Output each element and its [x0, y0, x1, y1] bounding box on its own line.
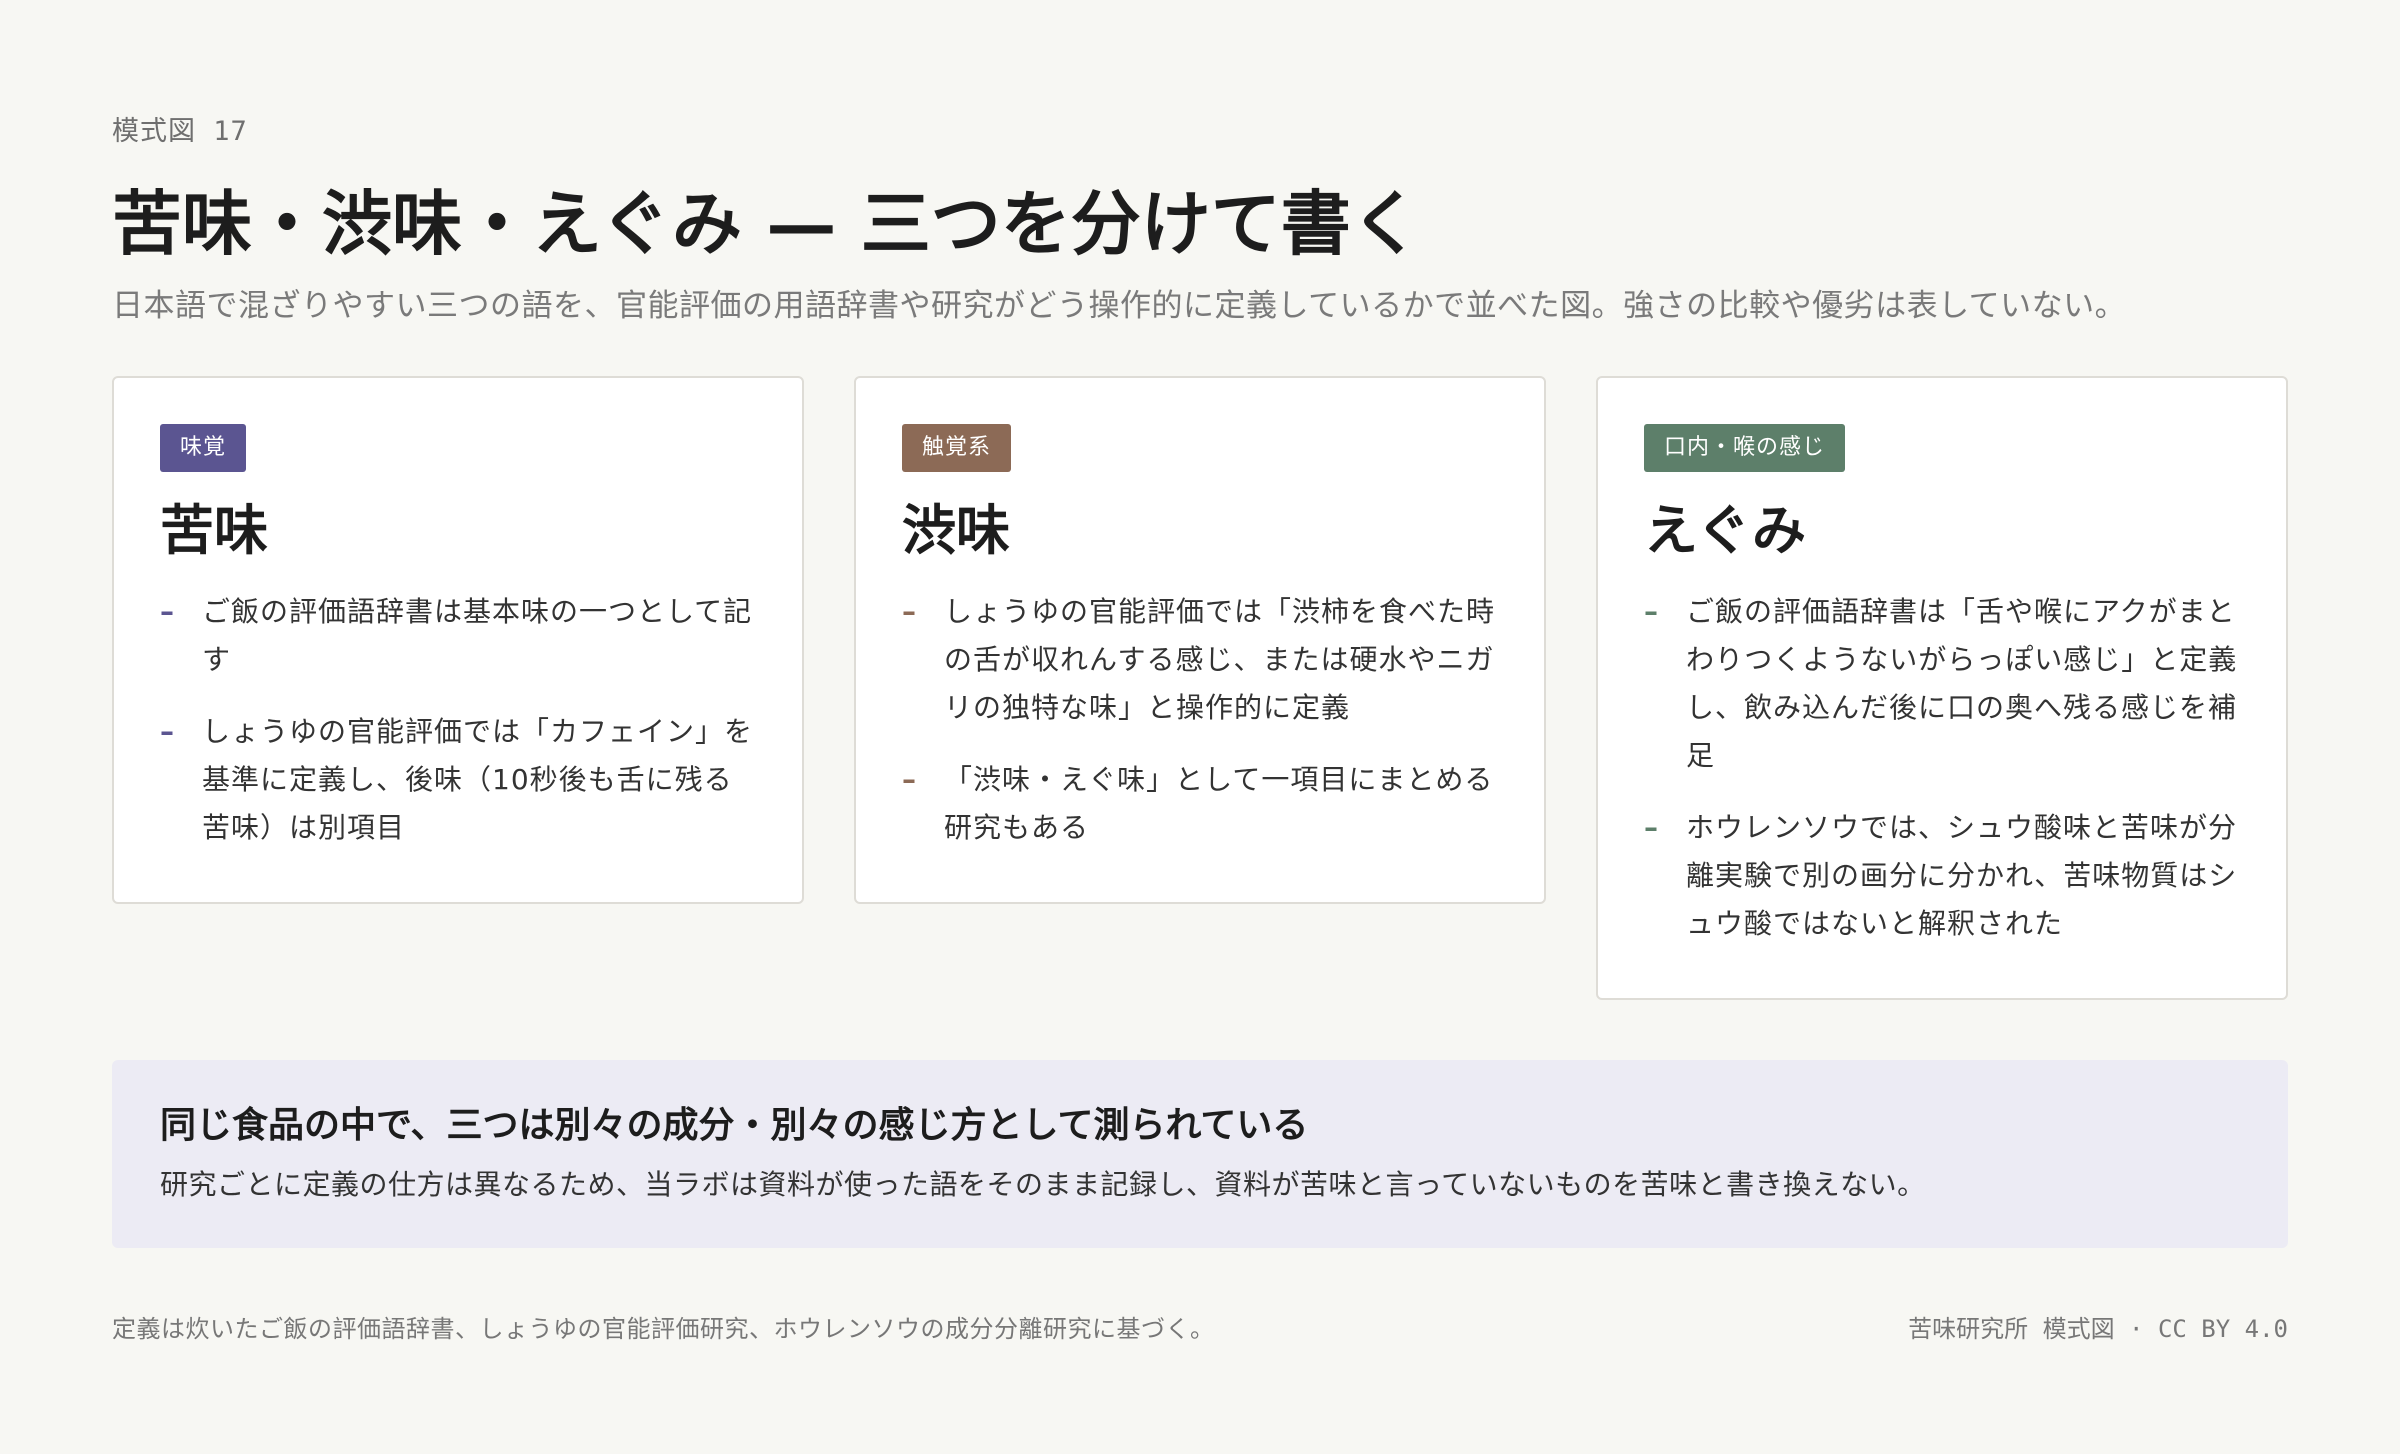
diagram-page: 模式図 17 苦味・渋味・えぐみ — 三つを分けて書く 日本語で混ざりやすい三つ…: [0, 0, 2400, 1454]
category-badge: 口内・喉の感じ: [1644, 424, 1846, 472]
dash-bullet-icon: –: [902, 763, 916, 796]
summary-body: 研究ごとに定義の仕方は異なるため、当ラボは資料が使った語をそのまま記録し、資料が…: [160, 1168, 1926, 1201]
definition-item: – しょうゆの官能評価では「カフェイン」を基準に定義し、後味（10秒後も舌に残る…: [160, 708, 756, 852]
term-heading: 苦味: [160, 498, 268, 562]
definition-text: ご飯の評価語辞書は基本味の一つとして記す: [202, 595, 753, 676]
dash-bullet-icon: –: [902, 595, 916, 628]
term-heading: 渋味: [902, 498, 1010, 562]
term-cards: 味覚 苦味 – ご飯の評価語辞書は基本味の一つとして記す – しょうゆの官能評価…: [112, 376, 2288, 1000]
term-heading: えぐみ: [1644, 498, 1806, 562]
definition-list: – ご飯の評価語辞書は「舌や喉にアクがまとわりつくようないがらっぽい感じ」と定義…: [1644, 588, 2240, 948]
definition-item: – 「渋味・えぐ味」として一項目にまとめる研究もある: [902, 756, 1498, 852]
credit-line: 苦味研究所 模式図 · CC BY 4.0: [1908, 1314, 2288, 1343]
summary-heading: 同じ食品の中で、三つは別々の成分・別々の感じ方として測られている: [160, 1104, 1309, 1146]
definition-text: ホウレンソウでは、シュウ酸味と苦味が分離実験で別の画分に分かれ、苦味物質はシュウ…: [1686, 811, 2238, 940]
definition-item: – ご飯の評価語辞書は基本味の一つとして記す: [160, 588, 756, 684]
card-astringency: 触覚系 渋味 – しょうゆの官能評価では「渋柿を食べた時の舌が収れんする感じ、ま…: [854, 376, 1546, 904]
category-badge: 触覚系: [902, 424, 1012, 472]
footer: 定義は炊いたご飯の評価語辞書、しょうゆの官能評価研究、ホウレンソウの成分分離研究…: [112, 1304, 2288, 1348]
page-title: 苦味・渋味・えぐみ — 三つを分けて書く: [112, 182, 1421, 265]
card-bitterness: 味覚 苦味 – ご飯の評価語辞書は基本味の一つとして記す – しょうゆの官能評価…: [112, 376, 804, 904]
definition-text: しょうゆの官能評価では「カフェイン」を基準に定義し、後味（10秒後も舌に残る苦味…: [202, 715, 754, 844]
dash-bullet-icon: –: [160, 595, 174, 628]
source-note: 定義は炊いたご飯の評価語辞書、しょうゆの官能評価研究、ホウレンソウの成分分離研究…: [112, 1314, 1215, 1343]
dash-bullet-icon: –: [160, 715, 174, 748]
category-badge: 味覚: [160, 424, 247, 472]
dash-bullet-icon: –: [1644, 811, 1658, 844]
definition-item: – ホウレンソウでは、シュウ酸味と苦味が分離実験で別の画分に分かれ、苦味物質はシ…: [1644, 804, 2240, 948]
definition-list: – ご飯の評価語辞書は基本味の一つとして記す – しょうゆの官能評価では「カフェ…: [160, 588, 756, 852]
page-subtitle: 日本語で混ざりやすい三つの語を、官能評価の用語辞書や研究がどう操作的に定義してい…: [112, 288, 2127, 324]
definition-text: 「渋味・えぐ味」として一項目にまとめる研究もある: [944, 763, 1494, 844]
definition-list: – しょうゆの官能評価では「渋柿を食べた時の舌が収れんする感じ、または硬水やニガ…: [902, 588, 1498, 852]
definition-text: しょうゆの官能評価では「渋柿を食べた時の舌が収れんする感じ、または硬水やニガリの…: [944, 595, 1496, 724]
summary-box: 同じ食品の中で、三つは別々の成分・別々の感じ方として測られている 研究ごとに定義…: [112, 1060, 2288, 1248]
figure-number: 模式図 17: [112, 116, 248, 147]
definition-text: ご飯の評価語辞書は「舌や喉にアクがまとわりつくようないがらっぽい感じ」と定義し、…: [1686, 595, 2238, 772]
dash-bullet-icon: –: [1644, 595, 1658, 628]
card-egumi: 口内・喉の感じ えぐみ – ご飯の評価語辞書は「舌や喉にアクがまとわりつくような…: [1596, 376, 2288, 1000]
definition-item: – ご飯の評価語辞書は「舌や喉にアクがまとわりつくようないがらっぽい感じ」と定義…: [1644, 588, 2240, 780]
definition-item: – しょうゆの官能評価では「渋柿を食べた時の舌が収れんする感じ、または硬水やニガ…: [902, 588, 1498, 732]
